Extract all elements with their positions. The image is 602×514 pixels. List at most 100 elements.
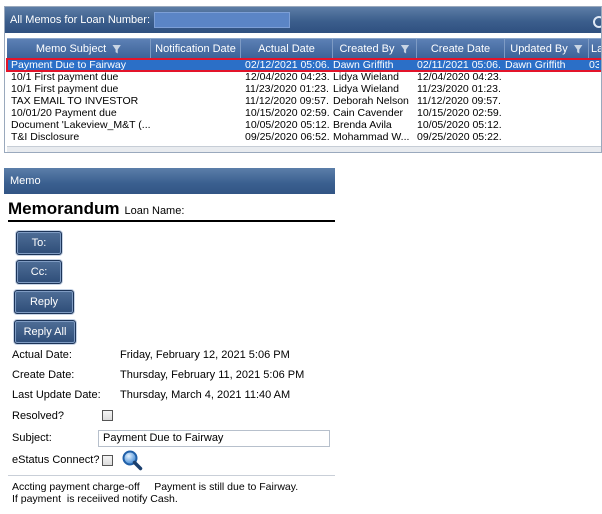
actual-date-label: Actual Date: xyxy=(12,349,72,361)
cell-created-by: Lidya Wieland xyxy=(333,83,399,95)
loan-name-label: Loan Name: xyxy=(124,205,185,217)
table-row[interactable]: T&I Disclosure 09/25/2020 06:52... Mohamma… xyxy=(7,131,601,143)
memo-list-header: All Memos for Loan Number: xyxy=(5,7,601,33)
subject-input[interactable]: Payment Due to Fairway xyxy=(98,430,330,447)
heading-divider xyxy=(8,220,335,222)
cell-created-by: Cain Cavender xyxy=(333,107,404,119)
cell-last: 03 xyxy=(589,59,599,71)
table-row[interactable]: 10/01/20 Payment due 10/15/2020 02:59... C… xyxy=(7,107,601,119)
cell-actual-date: 10/15/2020 02:59... xyxy=(245,107,329,119)
column-memo-subject[interactable]: Memo Subject xyxy=(7,39,151,59)
cell-actual-date: 09/25/2020 06:52... xyxy=(245,131,329,143)
reply-all-button[interactable]: Reply All xyxy=(14,320,76,344)
cell-updated-by xyxy=(501,71,585,83)
column-label: La xyxy=(591,43,601,55)
resolved-checkbox[interactable] xyxy=(102,410,113,421)
cell-last xyxy=(585,119,599,131)
cell-subject: TAX EMAIL TO INVESTOR xyxy=(11,95,139,107)
actual-date-value: Friday, February 12, 2021 5:06 PM xyxy=(120,349,290,361)
search-icon[interactable] xyxy=(121,449,143,471)
cell-updated-by xyxy=(501,107,585,119)
cell-subject: 10/1 First payment due xyxy=(11,71,119,83)
cell-create-date: 10/15/2020 02:59... xyxy=(417,107,501,119)
cell-created-by: Brenda Avila xyxy=(333,119,392,131)
memo-list-title: All Memos for Loan Number: xyxy=(10,14,150,26)
cell-last xyxy=(585,107,599,119)
cell-subject: T&I Disclosure xyxy=(11,131,80,143)
table-row[interactable]: 10/1 First payment due 12/04/2020 04:23..… xyxy=(7,71,601,83)
filter-icon[interactable] xyxy=(112,44,122,54)
cell-updated-by xyxy=(501,119,585,131)
cell-notification-date xyxy=(151,131,241,143)
table-row[interactable]: Payment Due to Fairway 02/12/2021 05:06..… xyxy=(6,58,601,72)
cell-updated-by xyxy=(501,131,585,143)
to-button[interactable]: To: xyxy=(16,231,62,255)
column-actual-date[interactable]: Actual Date xyxy=(241,39,333,59)
memo-rows: Payment Due to Fairway 02/12/2021 05:06..… xyxy=(6,58,601,143)
estatus-checkbox[interactable] xyxy=(102,455,113,466)
memo-body-text[interactable]: Accting payment charge-off Payment is st… xyxy=(8,475,335,514)
memorandum-title: Memorandum xyxy=(8,199,120,218)
refresh-icon[interactable] xyxy=(593,16,601,28)
table-row[interactable]: 10/1 First payment due 11/23/2020 01:23..… xyxy=(7,83,601,95)
memo-heading: Memorandum Loan Name: xyxy=(8,199,184,219)
memo-window-title: Memo xyxy=(4,168,335,194)
last-update-value: Thursday, March 4, 2021 11:40 AM xyxy=(120,389,291,401)
cell-create-date: 12/04/2020 04:23... xyxy=(417,71,501,83)
cell-created-by: Lidya Wieland xyxy=(333,71,399,83)
cell-updated-by xyxy=(501,83,585,95)
estatus-label: eStatus Connect? xyxy=(12,454,100,466)
cell-notification-date xyxy=(151,71,241,83)
cell-notification-date xyxy=(151,95,241,107)
column-label: Created By xyxy=(339,43,395,55)
filter-icon[interactable] xyxy=(573,44,583,54)
table-row[interactable]: TAX EMAIL TO INVESTOR 11/12/2020 09:57...… xyxy=(7,95,601,107)
column-created-by[interactable]: Created By xyxy=(333,39,417,59)
cell-notification-date xyxy=(151,107,241,119)
cell-create-date: 09/25/2020 05:22... xyxy=(417,131,501,143)
memo-grid-header: Memo Subject Notification Date Actual Da… xyxy=(7,38,601,59)
cc-button[interactable]: Cc: xyxy=(16,260,62,284)
memo-list-panel: All Memos for Loan Number: Memo Subject … xyxy=(4,6,602,153)
subject-label: Subject: xyxy=(12,432,52,444)
cell-subject: Payment Due to Fairway xyxy=(11,59,126,71)
column-last[interactable]: La xyxy=(589,39,601,59)
cell-updated-by: Dawn Griffith xyxy=(505,59,566,71)
cell-actual-date: 10/05/2020 05:12... xyxy=(245,119,329,131)
column-notification-date[interactable]: Notification Date xyxy=(151,39,241,59)
cell-actual-date: 12/04/2020 04:23... xyxy=(245,71,329,83)
column-updated-by[interactable]: Updated By xyxy=(505,39,589,59)
column-label: Notification Date xyxy=(155,43,236,55)
memo-panel: Memo Memorandum Loan Name: To: Cc: Reply… xyxy=(4,168,335,514)
cell-created-by: Mohammad W... xyxy=(333,131,410,143)
cell-notification-date xyxy=(151,119,241,131)
cell-created-by: Deborah Nelson xyxy=(333,95,409,107)
loan-number-field[interactable] xyxy=(154,12,290,28)
cell-create-date: 11/23/2020 01:23... xyxy=(417,83,501,95)
cell-subject: 10/1 First payment due xyxy=(11,83,119,95)
cell-actual-date: 11/12/2020 09:57... xyxy=(245,95,329,107)
cell-created-by: Dawn Griffith xyxy=(333,59,394,71)
table-row[interactable]: Document 'Lakeview_M&T (... 10/05/2020 05… xyxy=(7,119,601,131)
cell-last xyxy=(585,83,599,95)
column-label: Create Date xyxy=(430,43,491,55)
cell-updated-by xyxy=(501,95,585,107)
create-date-label: Create Date: xyxy=(12,369,75,381)
cell-create-date: 02/11/2021 05:06... xyxy=(417,59,501,71)
horizontal-scrollbar[interactable] xyxy=(7,146,601,152)
cell-last xyxy=(585,131,599,143)
reply-button[interactable]: Reply xyxy=(14,290,74,314)
cell-actual-date: 11/23/2020 01:23... xyxy=(245,83,329,95)
column-label: Actual Date xyxy=(258,43,315,55)
cell-subject: Document 'Lakeview_M&T (... xyxy=(11,119,151,131)
filter-icon[interactable] xyxy=(400,44,410,54)
column-label: Memo Subject xyxy=(35,43,107,55)
cell-create-date: 11/12/2020 09:57... xyxy=(417,95,501,107)
cell-create-date: 10/05/2020 05:12... xyxy=(417,119,501,131)
cell-subject: 10/01/20 Payment due xyxy=(11,107,117,119)
column-create-date[interactable]: Create Date xyxy=(417,39,505,59)
column-label: Updated By xyxy=(510,43,568,55)
cell-actual-date: 02/12/2021 05:06... xyxy=(245,59,329,71)
create-date-value: Thursday, February 11, 2021 5:06 PM xyxy=(120,369,305,381)
cell-last xyxy=(585,95,599,107)
